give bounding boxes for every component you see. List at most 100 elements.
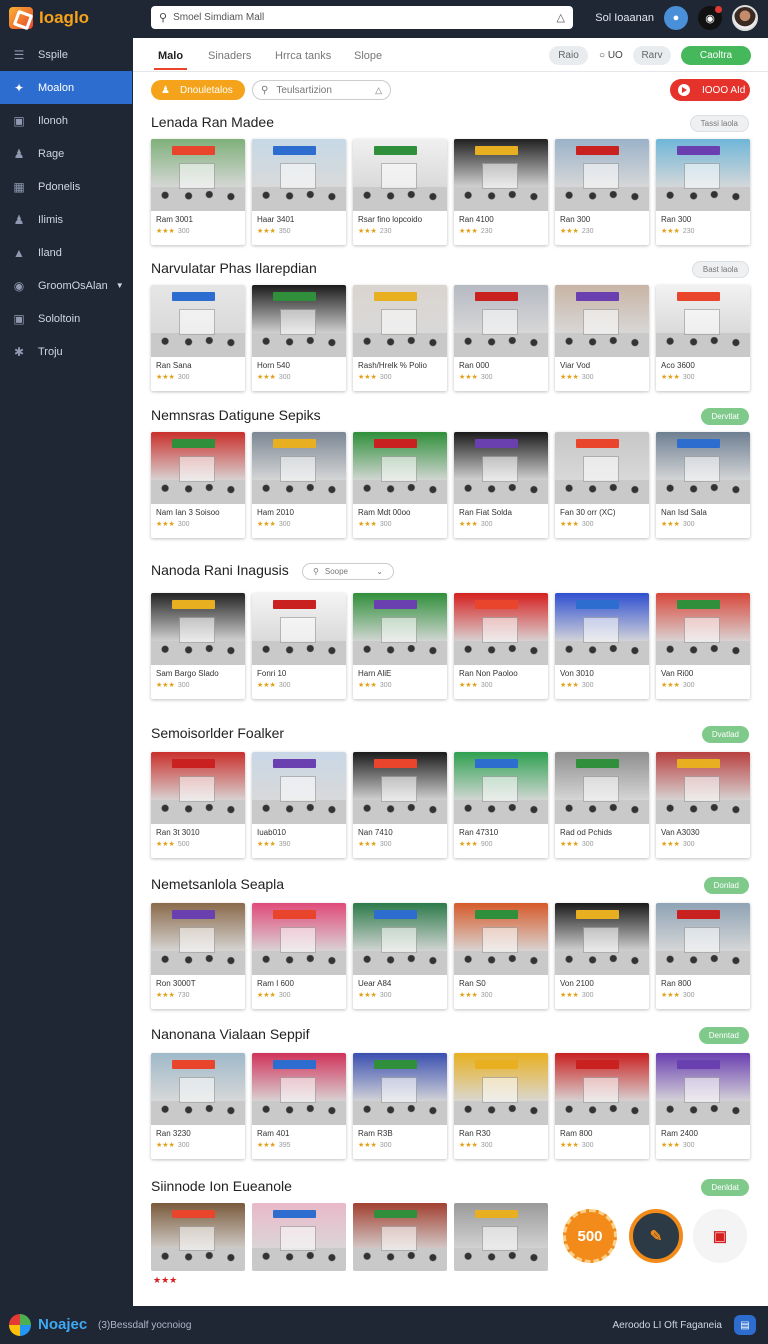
store-card[interactable]: Ran 000 ★★★ 300	[454, 285, 548, 391]
red-action-button[interactable]: IOOO AId	[670, 79, 750, 101]
store-card[interactable]: Rsar fino lopcoido ★★★ 230	[353, 139, 447, 245]
store-card[interactable]: Ran 300 ★★★ 230	[656, 139, 750, 245]
sidebar-item-sololtoin[interactable]: ▣ Sololtoin	[0, 302, 132, 335]
ring-toggle[interactable]: ○ UO	[599, 50, 623, 61]
account-link[interactable]: Sol Ioaanan	[595, 12, 654, 24]
sidebar-item-moalon[interactable]: ✦ Moalon	[0, 71, 132, 104]
store-card[interactable]: Ram 800 ★★★ 300	[555, 1053, 649, 1159]
store-card[interactable]: Ran 4100 ★★★ 230	[454, 139, 548, 245]
store-card[interactable]: Ran 3t 3010 ★★★ 500	[151, 752, 245, 858]
store-card[interactable]: Uear A84 ★★★ 300	[353, 903, 447, 1009]
app-logo[interactable]: Ioaglo	[9, 5, 89, 31]
discount-badge[interactable]: 500	[563, 1209, 617, 1263]
store-card[interactable]	[252, 1203, 346, 1271]
store-card[interactable]: Ran 3230 ★★★ 300	[151, 1053, 245, 1159]
store-card[interactable]	[353, 1203, 447, 1271]
sidebar-item-pdonelis[interactable]: ▦ Pdonelis	[0, 170, 132, 203]
product-section: Nemetsanlola Seapla Donlad Ron 3000T ★★★ 730…	[151, 876, 750, 1016]
store-card[interactable]: Ron 3000T ★★★ 730	[151, 903, 245, 1009]
section-action-button[interactable]: Dervtlat	[701, 408, 749, 425]
store-name: Van Ri00	[661, 669, 694, 678]
store-card[interactable]: Ram I 600 ★★★ 300	[252, 903, 346, 1009]
store-card[interactable]: Ran Fiat Solda ★★★ 300	[454, 432, 548, 538]
store-card[interactable]	[454, 1203, 548, 1271]
section-action-button[interactable]: Bast laola	[691, 261, 749, 278]
sidebar-item-ilimis[interactable]: ♟ Ilimis	[0, 203, 132, 236]
tab-slope[interactable]: Slope	[354, 50, 382, 62]
store-image	[353, 593, 447, 665]
store-card[interactable]: Ram Mdt 00oo ★★★ 300	[353, 432, 447, 538]
sidebar-item-troju[interactable]: ✱ Troju	[0, 335, 132, 368]
rating-score: 300	[278, 992, 291, 999]
store-card[interactable]: Haar 3401 ★★★ 350	[252, 139, 346, 245]
store-card[interactable]: Ram 401 ★★★ 395	[252, 1053, 346, 1159]
store-card[interactable]: Ham 2010 ★★★ 300	[252, 432, 346, 538]
footer-link[interactable]: Aeroodo LI Oft Faganeia	[612, 1320, 722, 1331]
store-card[interactable]: Rash/Hrelk % Polio ★★★ 300	[353, 285, 447, 391]
section-action-button[interactable]: ⚲ Soope ⌄	[302, 563, 394, 580]
store-image	[555, 139, 649, 211]
tab-hrrca-tanks[interactable]: Hrrca tanks	[275, 50, 331, 62]
store-card[interactable]: Viar Vod ★★★ 300	[555, 285, 649, 391]
store-card[interactable]: Ram 3001 ★★★ 300	[151, 139, 245, 245]
sidebar-item-ilonoh[interactable]: ▣ Ilonoh	[0, 104, 132, 137]
section-action-button[interactable]: Dvatlad	[701, 726, 749, 743]
store-image	[454, 285, 548, 357]
store-card[interactable]: Nam Ian 3 Soisoo ★★★ 300	[151, 432, 245, 538]
avatar[interactable]	[732, 5, 758, 31]
rating-score: 300	[379, 841, 392, 848]
store-card[interactable]: Ran S0 ★★★ 300	[454, 903, 548, 1009]
store-card[interactable]: Rad od Pchids ★★★ 300	[555, 752, 649, 858]
store-card[interactable]: Ran Sana ★★★ 300	[151, 285, 245, 391]
store-card[interactable]: Iuab010 ★★★ 390	[252, 752, 346, 858]
profile-icon[interactable]: ●	[664, 6, 688, 30]
filter-input[interactable]: ⚲ Teulsartizion △	[252, 80, 391, 100]
store-card[interactable]: Harn AliE ★★★ 300	[353, 593, 447, 699]
sidebar-item-groomosalan[interactable]: ◉ GroomOsAlan ▼	[0, 269, 132, 302]
caoltra-button[interactable]: Caoltra	[681, 46, 751, 65]
store-name: Haar 3401	[257, 215, 295, 224]
store-card[interactable]: Nan 7410 ★★★ 300	[353, 752, 447, 858]
store-card[interactable]: Van Ri00 ★★★ 300	[656, 593, 750, 699]
notification-icon[interactable]: ◉	[698, 6, 722, 30]
section-action-button[interactable]: Donlad	[703, 877, 749, 894]
store-card[interactable]: Horn 540 ★★★ 300	[252, 285, 346, 391]
search-bar[interactable]: ⚲ Smoel Simdiam Mall △	[151, 6, 573, 29]
store-card[interactable]: Sam Bargo Slado ★★★ 300	[151, 593, 245, 699]
section-action-button[interactable]: Denntad	[698, 1027, 749, 1044]
gift-box-icon[interactable]: ▣	[693, 1209, 747, 1263]
mic-icon[interactable]: △	[557, 11, 565, 24]
tab-malo[interactable]: Malo	[153, 50, 188, 70]
sidebar-item-iland[interactable]: ▲ Iland	[0, 236, 132, 269]
tab-sinaders[interactable]: Sinaders	[208, 50, 251, 62]
store-card[interactable]: Ran 47310 ★★★ 900	[454, 752, 548, 858]
store-card[interactable]: Ran 300 ★★★ 230	[555, 139, 649, 245]
footer-menu-button[interactable]: ▤	[734, 1315, 756, 1335]
pencil-icon[interactable]: ✎	[629, 1209, 683, 1263]
store-card[interactable]: Von 2100 ★★★ 300	[555, 903, 649, 1009]
store-card[interactable]: Ram R3B ★★★ 300	[353, 1053, 447, 1159]
rating-stars: ★★★ 300	[257, 521, 291, 528]
rarv-button[interactable]: Rarv	[633, 46, 671, 65]
section-action-button[interactable]: Denldat	[701, 1179, 749, 1196]
app-name: Ioaglo	[39, 8, 90, 27]
store-card[interactable]: Nan Isd Sala ★★★ 300	[656, 432, 750, 538]
store-card[interactable]: Ran Non Paoloo ★★★ 300	[454, 593, 548, 699]
store-card[interactable]: Ram 2400 ★★★ 300	[656, 1053, 750, 1159]
search-input[interactable]: Smoel Simdiam Mall	[173, 12, 264, 23]
raio-button[interactable]: Raio	[549, 46, 588, 65]
store-card[interactable]: Van A3030 ★★★ 300	[656, 752, 750, 858]
store-card[interactable]: Ran R30 ★★★ 300	[454, 1053, 548, 1159]
store-card[interactable]: Von 3010 ★★★ 300	[555, 593, 649, 699]
rating-stars: ★★★ 500	[156, 841, 190, 848]
rating-stars: ★★★ 300	[156, 228, 190, 235]
store-card[interactable]: Fonri 10 ★★★ 300	[252, 593, 346, 699]
store-card[interactable]: Aco 3600 ★★★ 300	[656, 285, 750, 391]
sidebar-item-rage[interactable]: ♟ Rage	[0, 137, 132, 170]
sidebar-item-sspile[interactable]: ☰ Sspile	[0, 38, 132, 71]
store-card[interactable]: Ran 800 ★★★ 300	[656, 903, 750, 1009]
store-card[interactable]: Fan 30 orr (XC) ★★★ 300	[555, 432, 649, 538]
store-card[interactable]	[151, 1203, 245, 1271]
section-action-button[interactable]: Tassi laola	[689, 115, 749, 132]
orange-action-button[interactable]: ♟ Dnouletalos	[151, 80, 245, 100]
